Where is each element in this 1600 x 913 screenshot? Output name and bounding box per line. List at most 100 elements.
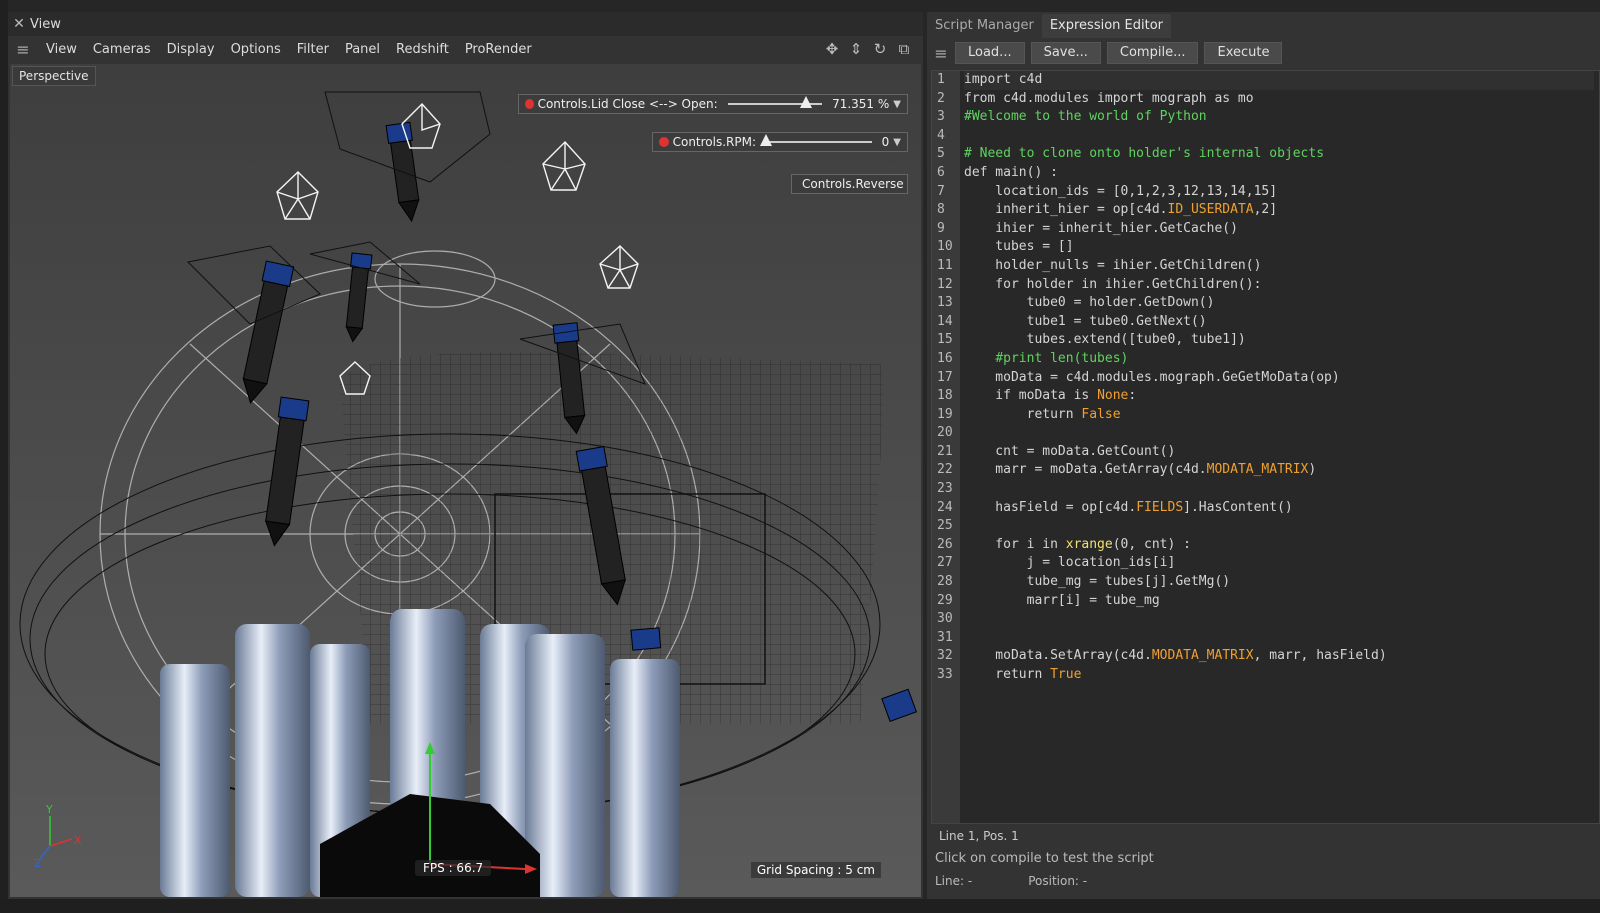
hud-rpm-label: Controls.RPM: (672, 135, 757, 149)
menu-view[interactable]: View (38, 42, 85, 57)
code-line[interactable]: for holder in ihier.GetChildren(): (964, 276, 1594, 295)
line-number: 27 (937, 555, 953, 571)
code-line[interactable]: j = location_ids[i] (964, 554, 1594, 573)
line-number: 16 (937, 350, 953, 366)
line-number: 19 (937, 406, 953, 422)
lid-slider-thumb[interactable] (800, 96, 813, 108)
zoom-view-icon[interactable]: ⇕ (847, 40, 865, 58)
tab-script-manager[interactable]: Script Manager (927, 14, 1042, 38)
code-editor[interactable]: 1 2 3 4 5 6 7 8 9 10 11 12 13 14 15 16 17 18 19 20 21 22 23 24 2… (931, 70, 1600, 824)
code-line[interactable]: tube_mg = tubes[j].GetMg() (964, 573, 1594, 592)
axis-y-label: Y (45, 803, 53, 816)
save-button[interactable]: Save... (1030, 42, 1101, 64)
hamburger-menu-icon[interactable]: ≡ (8, 40, 38, 59)
lid-slider[interactable] (727, 96, 823, 108)
rotate-view-icon[interactable]: ↻ (871, 40, 889, 58)
hud-lid-value[interactable]: 71.351 % (832, 97, 889, 111)
code-line[interactable]: moData.SetArray(c4d.MODATA_MATRIX, marr,… (964, 647, 1594, 666)
code-line[interactable]: tube0 = holder.GetDown() (964, 294, 1594, 313)
code-line[interactable] (964, 480, 1594, 499)
code-line[interactable]: return True (964, 666, 1594, 685)
code-line[interactable]: if moData is None: (964, 387, 1594, 406)
app: ✕ View ≡ View Cameras Display Options Fi… (0, 0, 1600, 913)
code-line[interactable] (964, 127, 1594, 146)
compile-button[interactable]: Compile... (1106, 42, 1199, 64)
code-line[interactable]: tubes.extend([tube0, tube1]) (964, 331, 1594, 350)
editor-tabs: Script Manager Expression Editor (927, 14, 1172, 38)
code-line[interactable] (964, 629, 1594, 648)
line-number: 1 (937, 72, 945, 87)
maximize-view-icon[interactable]: ⧉ (895, 40, 913, 58)
code-line[interactable]: marr = moData.GetArray(c4d.MODATA_MATRIX… (964, 461, 1594, 480)
code-line[interactable]: marr[i] = tube_mg (964, 592, 1594, 611)
line-number: 2 (937, 90, 945, 106)
rpm-slider-thumb[interactable] (760, 134, 773, 146)
keyframe-dot-icon[interactable] (659, 137, 669, 147)
menu-cameras[interactable]: Cameras (85, 42, 159, 57)
code-line[interactable]: import c4d (964, 71, 1594, 90)
code-line[interactable]: # Need to clone onto holder's internal o… (964, 145, 1594, 164)
line-number: 33 (937, 667, 953, 682)
rpm-slider[interactable] (760, 134, 872, 146)
tab-expression-editor[interactable]: Expression Editor (1041, 14, 1172, 38)
editor-toolbar: ≡ Load... Save... Compile... Execute (927, 40, 1600, 66)
hud-lid-control: Controls.Lid Close <--> Open: 71.351 % ▼ (518, 94, 908, 114)
code-line[interactable]: cnt = moData.GetCount() (964, 443, 1594, 462)
hud-lid-label: Controls.Lid Close <--> Open: (537, 97, 718, 111)
line-readout: Line: - (935, 874, 973, 888)
menu-options[interactable]: Options (223, 42, 289, 57)
menu-filter[interactable]: Filter (289, 42, 337, 57)
line-number: 28 (937, 574, 953, 590)
close-icon[interactable]: ✕ (8, 16, 30, 32)
line-number: 25 (937, 518, 953, 534)
code-line[interactable]: hasField = op[c4d.FIELDS].HasContent() (964, 499, 1594, 518)
keyframe-dot-icon[interactable] (525, 99, 534, 109)
code-line[interactable]: from c4d.modules import mograph as mo (964, 90, 1594, 109)
line-number: 31 (937, 629, 953, 645)
code-line[interactable]: for i in xrange(0, cnt) : (964, 536, 1594, 555)
code-line[interactable]: #print len(tubes) (964, 350, 1594, 369)
code-line[interactable]: ihier = inherit_hier.GetCache() (964, 220, 1594, 239)
code-line[interactable]: def main() : (964, 164, 1594, 183)
hud-rpm-value[interactable]: 0 (882, 135, 890, 149)
line-number: 15 (937, 332, 953, 348)
load-button[interactable]: Load... (955, 42, 1025, 64)
grid-spacing-readout: Grid Spacing : 5 cm (750, 862, 881, 878)
code-line[interactable] (964, 517, 1594, 536)
chevron-down-icon[interactable]: ▼ (893, 99, 901, 110)
code-line[interactable]: #Welcome to the world of Python (964, 108, 1594, 127)
code-line[interactable]: tubes = [] (964, 238, 1594, 257)
script-editor-window: Script Manager Expression Editor ≡ Load.… (927, 12, 1600, 899)
code-line[interactable]: moData = c4d.modules.mograph.GeGetMoData… (964, 369, 1594, 388)
code-line[interactable]: holder_nulls = ihier.GetChildren() (964, 257, 1594, 276)
hamburger-menu-icon[interactable]: ≡ (927, 44, 955, 63)
cursor-position-status: Line 1, Pos. 1 (931, 826, 1600, 846)
code-line[interactable]: inherit_hier = op[c4d.ID_USERDATA,2] (964, 201, 1594, 220)
line-number: 30 (937, 611, 953, 627)
menu-display[interactable]: Display (159, 42, 223, 57)
menu-redshift[interactable]: Redshift (388, 42, 457, 57)
code-line[interactable]: tube1 = tube0.GetNext() (964, 313, 1594, 332)
line-number: 7 (937, 183, 945, 199)
code-line[interactable]: location_ids = [0,1,2,3,12,13,14,15] (964, 183, 1594, 202)
line-number: 29 (937, 592, 953, 608)
chevron-down-icon[interactable]: ▼ (893, 137, 901, 148)
camera-label[interactable]: Perspective (12, 66, 96, 86)
menu-panel[interactable]: Panel (337, 42, 388, 57)
code-line[interactable] (964, 610, 1594, 629)
3d-viewport[interactable]: Y X Z Perspective Controls.Lid Close <--… (10, 64, 921, 897)
line-number: 26 (937, 536, 953, 552)
code-text[interactable]: import c4d from c4d.modules import mograp… (964, 71, 1594, 685)
position-readout: Position: - (1028, 874, 1088, 888)
move-view-icon[interactable]: ✥ (823, 40, 841, 58)
line-number: 13 (937, 295, 953, 311)
menu-prorender[interactable]: ProRender (457, 42, 540, 57)
status-line-position: Line: - Position: - (927, 870, 1600, 892)
line-number: 5 (937, 146, 945, 162)
execute-button[interactable]: Execute (1204, 42, 1283, 64)
line-number: 11 (937, 257, 953, 273)
line-number: 4 (937, 127, 945, 143)
code-line[interactable]: return False (964, 406, 1594, 425)
code-line[interactable] (964, 424, 1594, 443)
hud-reverse-control[interactable]: Controls.Reverse (791, 174, 908, 194)
